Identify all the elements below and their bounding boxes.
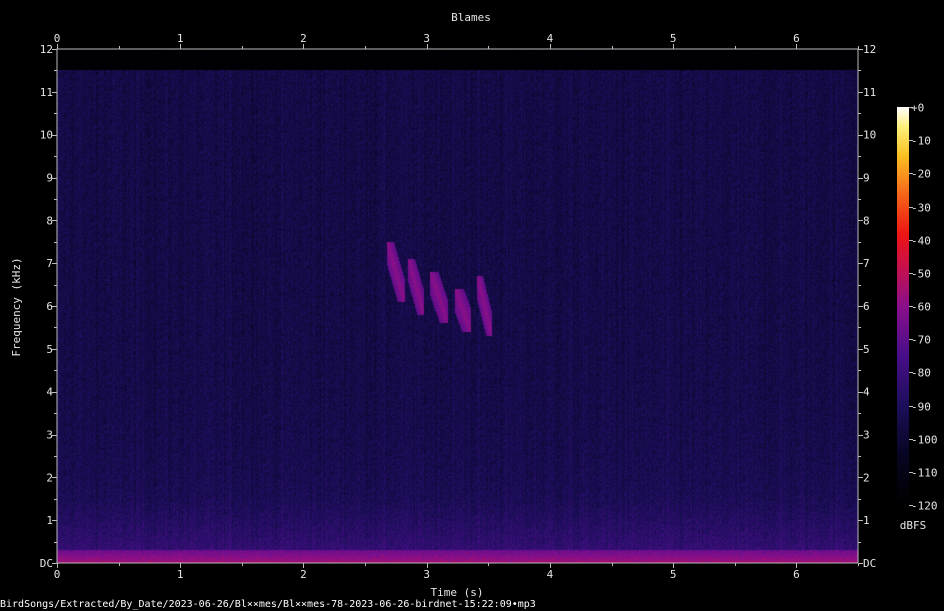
y-axis-left: DC123456789101112 xyxy=(40,43,57,570)
plot-area xyxy=(56,48,859,564)
colorbar-tick-label: -70 xyxy=(911,334,931,347)
x-tick-label: 1 xyxy=(177,568,184,581)
x-tick-label: 0 xyxy=(54,568,61,581)
y-tick-label: 3 xyxy=(863,429,870,442)
colorbar-ticks: +0 -10 -20 -30 -40 -50 -60 -70 -80 -90 -100 -110 -12… xyxy=(909,102,938,513)
y-tick-label: DC xyxy=(863,557,876,570)
x-tick-label: 1 xyxy=(177,32,184,45)
y-tick-label: 10 xyxy=(863,129,876,142)
colorbar-tick-label: -40 xyxy=(911,235,931,248)
colorbar-tick-label: -120 xyxy=(911,500,938,513)
x-axis-label: Time (s) xyxy=(431,586,484,598)
y-tick-label: 9 xyxy=(46,172,53,185)
x-tick-label: 5 xyxy=(670,32,677,45)
x-tick-label: 6 xyxy=(793,32,800,45)
y-tick-label: 9 xyxy=(863,172,870,185)
x-tick-label: 4 xyxy=(547,32,554,45)
colorbar-tick-label: -20 xyxy=(911,168,931,181)
x-tick-label: 2 xyxy=(300,568,307,581)
colorbar-tick-label: -30 xyxy=(911,202,931,215)
y-tick-label: 2 xyxy=(863,471,870,484)
x-tick-label: 4 xyxy=(547,568,554,581)
y-tick-label: 6 xyxy=(863,300,870,313)
x-tick-label: 2 xyxy=(300,32,307,45)
y-tick-label: 4 xyxy=(863,386,870,399)
x-tick-label: 6 xyxy=(793,568,800,581)
y-tick-label: 1 xyxy=(863,514,870,527)
y-tick-label: 11 xyxy=(40,86,53,99)
y-tick-label: 11 xyxy=(863,86,876,99)
y-tick-label: 6 xyxy=(46,300,53,313)
x-tick-label: 3 xyxy=(423,568,430,581)
colorbar-tick-label: -80 xyxy=(911,367,931,380)
y-tick-label: 8 xyxy=(863,214,870,227)
y-axis-right: DC123456789101112 xyxy=(858,43,876,570)
colorbar-tick-label: -90 xyxy=(911,401,931,414)
colorbar-tick-label: -50 xyxy=(911,268,931,281)
y-tick-label: 8 xyxy=(46,214,53,227)
colorbar: +0 -10 -20 -30 -40 -50 -60 -70 -80 -90 -100 -110 -12… xyxy=(897,102,938,532)
spectrogram-figure: Blames 0123456 0123456 DC123456789101112… xyxy=(10,11,938,598)
chart-title: Blames xyxy=(451,11,491,24)
x-axis-bottom: 0 1 2 3 4 5 6 xyxy=(54,563,859,581)
y-tick-label: 12 xyxy=(863,43,876,56)
x-axis-top: 0 1 2 3 4 5 6 xyxy=(54,32,859,49)
colorbar-gradient xyxy=(897,107,909,505)
y-tick-label: 5 xyxy=(863,343,870,356)
x-tick-label: 0 xyxy=(54,32,61,45)
colorbar-tick-label: -60 xyxy=(911,301,931,314)
colorbar-tick-label: +0 xyxy=(911,102,924,115)
colorbar-tick-label: -100 xyxy=(911,434,938,447)
y-tick-label: 7 xyxy=(46,257,53,270)
y-tick-label: 3 xyxy=(46,429,53,442)
y-tick-label: 7 xyxy=(863,257,870,270)
y-tick-label: 5 xyxy=(46,343,53,356)
y-axis-label: Frequency (kHz) xyxy=(10,257,23,356)
colorbar-label: dBFS xyxy=(900,519,927,532)
y-tick-label: 12 xyxy=(40,43,53,56)
colorbar-tick-label: -10 xyxy=(911,135,931,148)
y-tick-label: DC xyxy=(40,557,53,570)
x-tick-label: 5 xyxy=(670,568,677,581)
y-tick-label: 10 xyxy=(40,129,53,142)
y-tick-label: 4 xyxy=(46,386,53,399)
colorbar-tick-label: -110 xyxy=(911,467,938,480)
file-path-footer: BirdSongs/Extracted/By_Date/2023-06-26/B… xyxy=(0,599,536,610)
y-tick-label: 2 xyxy=(46,471,53,484)
x-tick-label: 3 xyxy=(423,32,430,45)
y-tick-label: 1 xyxy=(46,514,53,527)
spectrogram-image xyxy=(57,49,858,563)
